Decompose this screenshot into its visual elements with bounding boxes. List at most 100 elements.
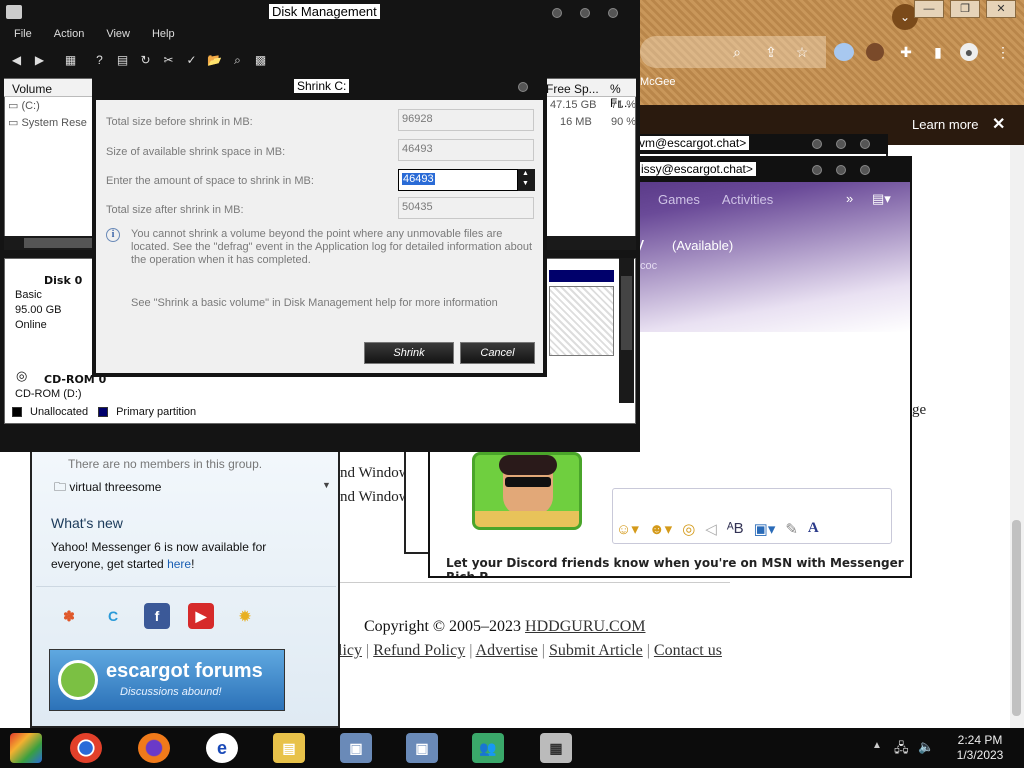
file-explorer-icon[interactable]: ▤ bbox=[273, 733, 305, 763]
menu-help[interactable]: Help bbox=[152, 28, 175, 46]
voice-clip-icon[interactable]: ◁ bbox=[705, 520, 717, 538]
menu-file[interactable]: File bbox=[14, 28, 32, 46]
avatar[interactable] bbox=[866, 43, 884, 61]
menu-action[interactable]: Action bbox=[54, 28, 85, 46]
learn-more-link[interactable]: Learn more bbox=[912, 117, 978, 132]
hddguru-link[interactable]: HDDGURU.COM bbox=[525, 618, 645, 635]
escargot-icon[interactable]: C bbox=[100, 603, 126, 629]
conversation-tabs: Games Activities bbox=[658, 192, 773, 207]
search-icon[interactable]: ⌕ bbox=[229, 52, 246, 68]
youtube-icon[interactable]: ▶ bbox=[188, 603, 214, 629]
extension-flag-icon[interactable] bbox=[834, 43, 854, 61]
delete-icon[interactable]: ✂ bbox=[160, 52, 177, 68]
font-icon[interactable]: ᴬB bbox=[727, 520, 744, 538]
news-link[interactable]: here bbox=[167, 557, 191, 571]
sun-icon[interactable]: ✹ bbox=[232, 603, 258, 629]
partition-legend: Unallocated Primary partition bbox=[12, 406, 196, 418]
banner-close-button[interactable]: ✕ bbox=[992, 114, 1005, 134]
cancel-button[interactable]: Cancel bbox=[460, 342, 535, 364]
back-icon[interactable]: ◀ bbox=[8, 52, 25, 68]
options-menu-icon[interactable]: ▤▾ bbox=[872, 191, 891, 207]
tab-activities[interactable]: Activities bbox=[722, 192, 773, 207]
close-button[interactable] bbox=[860, 165, 870, 175]
column-volume[interactable]: Volume bbox=[12, 82, 52, 96]
console-tree-icon[interactable]: ▦ bbox=[62, 52, 79, 68]
chrome-icon[interactable] bbox=[70, 733, 102, 763]
page-scrollbar-thumb[interactable] bbox=[1012, 520, 1021, 716]
table-row[interactable]: ▭ System Rese bbox=[8, 116, 87, 129]
maximize-button[interactable] bbox=[580, 8, 590, 18]
minimize-button[interactable]: — bbox=[914, 0, 944, 18]
refund-policy-link[interactable]: Refund Policy bbox=[373, 642, 465, 659]
footer-divider bbox=[340, 582, 730, 583]
maximize-button[interactable] bbox=[836, 139, 846, 149]
facebook-icon[interactable]: f bbox=[144, 603, 170, 629]
sidepanel-icon[interactable]: ▮ bbox=[929, 43, 947, 61]
menu-view[interactable]: View bbox=[106, 28, 130, 46]
disk-name[interactable]: Disk 0 bbox=[44, 274, 82, 287]
tab-games[interactable]: Games bbox=[658, 192, 700, 207]
ie-icon[interactable]: e bbox=[206, 733, 238, 763]
close-button[interactable] bbox=[608, 8, 618, 18]
chevron-up-icon[interactable]: ▲ bbox=[872, 740, 882, 751]
close-button[interactable] bbox=[518, 82, 528, 92]
minimize-button[interactable] bbox=[812, 165, 822, 175]
chevron-down-icon[interactable]: ▼ bbox=[322, 480, 331, 490]
contact-us-link[interactable]: Contact us bbox=[654, 642, 722, 659]
maximize-button[interactable] bbox=[836, 165, 846, 175]
network-app-icon-2[interactable]: ▣ bbox=[406, 733, 438, 763]
minimize-button[interactable] bbox=[552, 8, 562, 18]
escargot-forums-ad[interactable]: escargot forums Discussions abound! bbox=[49, 649, 285, 711]
partition-block[interactable] bbox=[549, 286, 614, 356]
forward-icon[interactable]: ▶ bbox=[31, 52, 48, 68]
start-button[interactable] bbox=[10, 733, 42, 763]
avatar[interactable] bbox=[472, 452, 582, 530]
share-icon[interactable]: ⇪ bbox=[762, 43, 780, 61]
submit-article-link[interactable]: Submit Article bbox=[549, 642, 643, 659]
chevron-down-icon[interactable]: ▼ bbox=[522, 180, 529, 187]
profile-icon[interactable]: ● bbox=[960, 43, 978, 61]
open-icon[interactable]: 📂 bbox=[206, 52, 223, 68]
disk-icon[interactable]: ▦ bbox=[540, 733, 572, 763]
network-icon[interactable]: 🖧 bbox=[894, 739, 909, 761]
vertical-scrollbar-thumb[interactable] bbox=[621, 276, 632, 350]
system-clock[interactable]: 2:24 PM 1/3/2023 bbox=[950, 733, 1010, 763]
shrink-amount-input[interactable]: 46493 bbox=[398, 169, 518, 191]
star-icon[interactable]: ☆ bbox=[793, 43, 811, 61]
help-icon[interactable]: ? bbox=[91, 52, 108, 68]
chevron-right-icon[interactable]: » bbox=[846, 191, 853, 206]
shrink-button[interactable]: Shrink bbox=[364, 342, 454, 364]
wink-icon[interactable]: ☻▾ bbox=[649, 520, 672, 538]
footer-links: olicy | Refund Policy | Advertise | Subm… bbox=[330, 642, 722, 660]
nudge-icon[interactable]: ◎ bbox=[682, 520, 695, 538]
msn-butterfly-icon[interactable]: ✽ bbox=[56, 603, 82, 629]
menu-icon[interactable]: ⋮ bbox=[994, 43, 1012, 61]
advertise-link[interactable]: Advertise bbox=[476, 642, 538, 659]
emoticon-icon[interactable]: ☺▾ bbox=[616, 520, 639, 538]
quantity-stepper[interactable]: ▲ ▼ bbox=[518, 169, 535, 191]
table-row[interactable]: ▭ (C:) bbox=[8, 99, 40, 112]
volume-icon[interactable]: 🔈 bbox=[918, 739, 934, 755]
background-icon[interactable]: ▣▾ bbox=[754, 520, 776, 538]
messenger-icon[interactable]: 👥 bbox=[472, 733, 504, 763]
list-view-icon[interactable]: ▤ bbox=[114, 52, 131, 68]
rich-presence-banner[interactable]: Let your Discord friends know when you'r… bbox=[446, 556, 910, 576]
partition-header[interactable] bbox=[549, 270, 614, 282]
chevron-up-icon[interactable]: ▲ bbox=[522, 170, 529, 177]
refresh-icon[interactable]: ↻ bbox=[137, 52, 154, 68]
group-header[interactable]: 🗀 virtual threesome bbox=[54, 478, 334, 499]
minimize-button[interactable] bbox=[812, 139, 822, 149]
column-free-space[interactable]: Free Sp... bbox=[546, 82, 599, 96]
network-app-icon[interactable]: ▣ bbox=[340, 733, 372, 763]
search-icon[interactable]: ⌕ bbox=[728, 43, 746, 61]
extensions-icon[interactable]: ✚ bbox=[897, 43, 915, 61]
disk-settings-icon[interactable]: ▩ bbox=[252, 52, 269, 68]
properties-icon[interactable]: ✓ bbox=[183, 52, 200, 68]
bookmark-item[interactable]: McGee bbox=[640, 76, 675, 88]
restore-button[interactable]: ❐ bbox=[950, 0, 980, 18]
text-format-icon[interactable]: A bbox=[808, 520, 819, 538]
handwriting-icon[interactable]: ✎ bbox=[785, 520, 798, 538]
close-button[interactable]: ✕ bbox=[986, 0, 1016, 18]
firefox-icon[interactable] bbox=[138, 733, 170, 763]
close-button[interactable] bbox=[860, 139, 870, 149]
